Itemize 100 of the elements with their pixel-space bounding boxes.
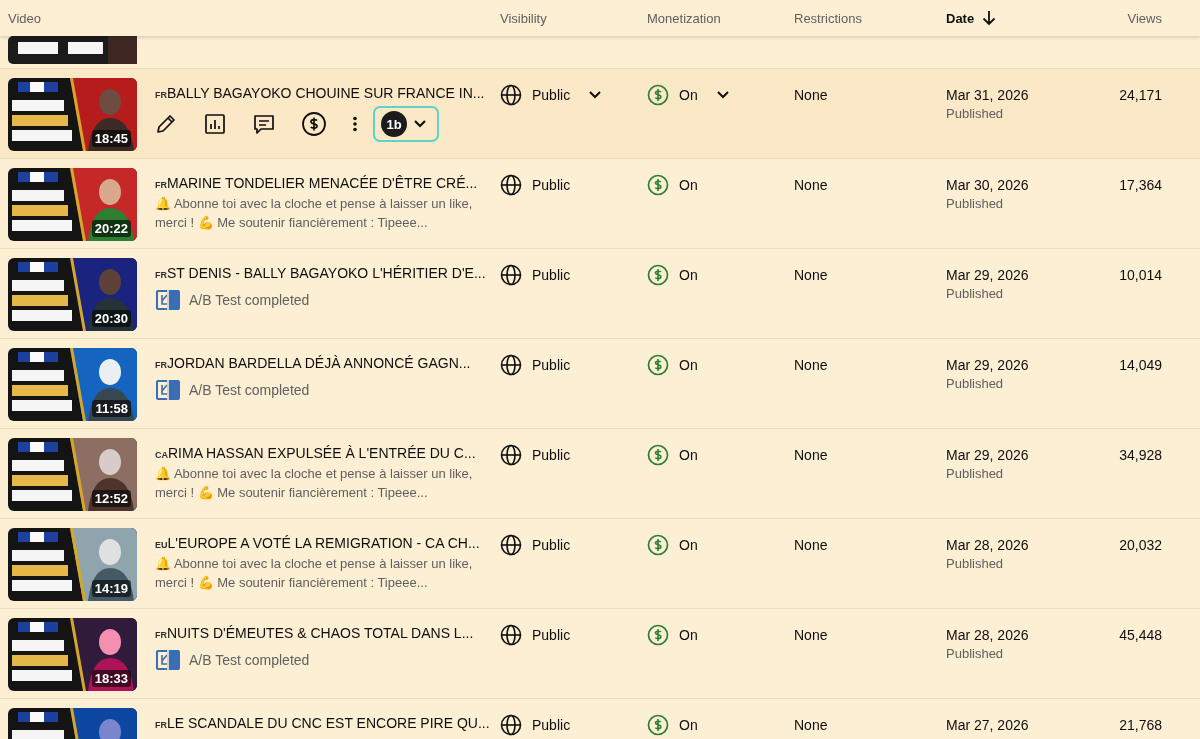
visibility-value: Public: [532, 356, 571, 375]
country-code: CA: [155, 450, 168, 460]
country-code: EU: [155, 540, 168, 550]
restrictions-value: None: [794, 266, 828, 285]
chevron-down-icon[interactable]: [413, 119, 427, 129]
video-title[interactable]: LE SCANDALE DU CNC EST ENCORE PIRE QU...: [167, 715, 490, 731]
views-value: 21,768: [1119, 716, 1162, 735]
video-title[interactable]: MARINE TONDELIER MENACÉE D'ÊTRE CRÉ...: [167, 175, 478, 191]
video-description: 🔔 Abonne toi avec la cloche et pense à laisser un like, merci ! 💪 Me soutenir fiancièrement : Tipeee...: [155, 465, 474, 502]
visibility-value: Public: [532, 446, 571, 465]
country-code: FR: [155, 360, 167, 370]
video-title[interactable]: BALLY BAGAYOKO CHOUINE SUR FRANCE IN...: [167, 85, 485, 101]
duration-label: 20:30: [91, 310, 131, 327]
column-header[interactable]: Date: [946, 10, 975, 26]
monetization-value: On: [679, 176, 698, 195]
publish-status: Published: [946, 646, 1004, 661]
visibility-value: Public: [532, 536, 571, 555]
table-row[interactable]: 20:30 FRST DENIS - BALLY BAGAYOKO L'HÉRITIER D'E... A/B Test completed Public On None Mar 29, 2026 Published 10,014: [0, 249, 1200, 339]
monetization-value: On: [679, 356, 698, 375]
restrictions-value: None: [794, 86, 828, 105]
country-code: FR: [155, 90, 167, 100]
video-description: 🔔 Abonne toi avec la cloche et pense à laisser un like, merci ! 💪 Me soutenir fiancièrement : Tipeee...: [155, 555, 474, 592]
publish-status: Published: [946, 196, 1004, 211]
table-row[interactable]: 20:22 FRMARINE TONDELIER MENACÉE D'ÊTRE CRÉ... 🔔 Abonne toi avec la cloche et pense à laisser un like, merci ! 💪 Me soutenir fiancièrement : Tipeee... Public On None Mar 30, 2026 Published 17,364: [0, 159, 1200, 249]
globe-icon: [500, 174, 522, 196]
column-header[interactable]: Video: [8, 10, 41, 26]
views-value: 24,171: [1119, 86, 1162, 105]
publish-status: Published: [946, 106, 1004, 121]
visibility-value: Public: [532, 716, 571, 735]
chevron-down-icon[interactable]: [588, 90, 603, 100]
country-code: FR: [155, 720, 167, 730]
globe-icon: [500, 264, 522, 286]
publish-status: Published: [946, 556, 1004, 571]
dollar-icon: [647, 624, 669, 646]
video-title[interactable]: L'EUROPE A VOTÉ LA REMIGRATION - CA CH...: [167, 535, 480, 551]
table-row[interactable]: 14:19 EUL'EUROPE A VOTÉ LA REMIGRATION - CA CH... 🔔 Abonne toi avec la cloche et pense à laisser un like, merci ! 💪 Me soutenir fiancièrement : Tipeee... Public On None Mar 28, 2026 Published 20,032: [0, 519, 1200, 609]
table-row[interactable]: 18:33 FRNUITS D'ÉMEUTES & CHAOS TOTAL DANS L... A/B Test completed Public On None Mar 28, 2026 Published 45,448: [0, 609, 1200, 699]
dollar-icon: [647, 534, 669, 556]
duration-label: 11:58: [92, 400, 131, 417]
column-header[interactable]: Monetization: [647, 10, 721, 26]
ab-test-status: A/B Test completed: [189, 652, 310, 668]
country-code: FR: [155, 270, 167, 280]
ab-test-icon: [155, 287, 181, 313]
dollar-icon: [647, 354, 669, 376]
video-title[interactable]: RIMA HASSAN EXPULSÉE À L'ENTRÉE DU C...: [168, 445, 476, 461]
ab-test-icon: [155, 377, 181, 403]
table-row[interactable]: FRLE SCANDALE DU CNC EST ENCORE PIRE QU... Public On None Mar 27, 2026 21,768: [0, 699, 1200, 739]
ab-test-status: A/B Test completed: [189, 292, 310, 308]
restrictions-value: None: [794, 626, 828, 645]
globe-icon: [500, 714, 522, 736]
restrictions-value: None: [794, 356, 828, 375]
dollar-icon: [647, 714, 669, 736]
table-row[interactable]: 12:52 CARIMA HASSAN EXPULSÉE À L'ENTRÉE DU C... 🔔 Abonne toi avec la cloche et pense à laisser un like, merci ! 💪 Me soutenir fiancièrement : Tipeee... Public On None Mar 29, 2026 Published 34,928: [0, 429, 1200, 519]
country-code: FR: [155, 180, 167, 190]
publish-status: Published: [946, 376, 1004, 391]
restrictions-value: None: [794, 446, 828, 465]
monetization-value: On: [679, 716, 698, 735]
ab-test-icon: [155, 647, 181, 673]
sort-arrow-icon[interactable]: [982, 10, 997, 26]
date-value: Mar 30, 2026: [946, 176, 1029, 195]
dollar-icon: [647, 264, 669, 286]
views-value: 10,014: [1119, 266, 1162, 285]
views-value: 20,032: [1119, 536, 1162, 555]
column-header[interactable]: Visibility: [500, 10, 547, 26]
monetization-value: On: [679, 446, 698, 465]
views-value: 17,364: [1119, 176, 1162, 195]
globe-icon: [500, 534, 522, 556]
table-row[interactable]: 18:45 FRBALLY BAGAYOKO CHOUINE SUR FRANCE IN... 1b Public On None Mar 31, 2026 Published 24,171: [0, 69, 1200, 159]
globe-icon: [500, 624, 522, 646]
date-value: Mar 31, 2026: [946, 86, 1029, 105]
globe-icon: [500, 444, 522, 466]
publish-status: Published: [946, 466, 1004, 481]
monetization-value: On: [679, 626, 698, 645]
duration-label: 14:19: [91, 580, 131, 597]
visibility-value: Public: [532, 86, 571, 105]
monetization-value: On: [679, 86, 698, 105]
column-header[interactable]: Restrictions: [794, 10, 862, 26]
table-row[interactable]: 11:58 FRJORDAN BARDELLA DÉJÀ ANNONCÉ GAGN... A/B Test completed Public On None Mar 29, 2026 Published 14,049: [0, 339, 1200, 429]
restrictions-value: None: [794, 716, 828, 735]
date-value: Mar 29, 2026: [946, 266, 1029, 285]
visibility-value: Public: [532, 266, 571, 285]
views-value: 45,448: [1119, 626, 1162, 645]
restrictions-value: None: [794, 536, 828, 555]
country-code: FR: [155, 630, 167, 640]
visibility-value: Public: [532, 626, 571, 645]
video-title[interactable]: JORDAN BARDELLA DÉJÀ ANNONCÉ GAGN...: [167, 355, 471, 371]
date-value: Mar 29, 2026: [946, 356, 1029, 375]
date-value: Mar 28, 2026: [946, 626, 1029, 645]
ab-test-status: A/B Test completed: [189, 382, 310, 398]
chevron-down-icon[interactable]: [715, 90, 730, 100]
date-value: Mar 28, 2026: [946, 536, 1029, 555]
video-title[interactable]: NUITS D'ÉMEUTES & CHAOS TOTAL DANS L...: [167, 625, 474, 641]
column-header[interactable]: Views: [1127, 10, 1162, 26]
globe-icon: [500, 354, 522, 376]
video-title[interactable]: ST DENIS - BALLY BAGAYOKO L'HÉRITIER D'E...: [167, 265, 486, 281]
video-description: 🔔 Abonne toi avec la cloche et pense à laisser un like, merci ! 💪 Me soutenir fiancièrement : Tipeee...: [155, 195, 474, 232]
extension-button[interactable]: 1b: [373, 106, 439, 142]
visibility-value: Public: [532, 176, 571, 195]
duration-label: 18:45: [91, 130, 131, 147]
duration-label: 12:52: [91, 490, 131, 507]
